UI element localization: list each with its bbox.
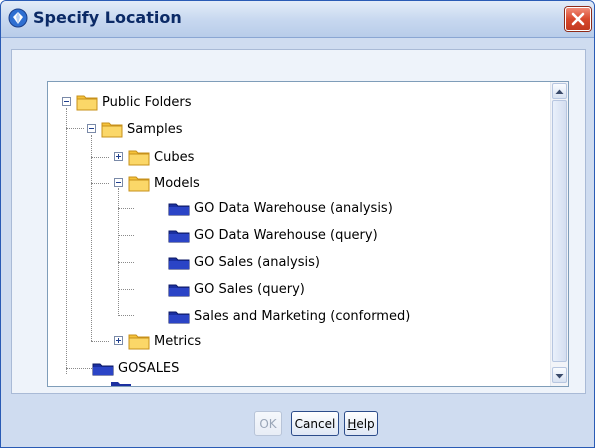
tree-connector bbox=[118, 235, 134, 236]
tree-item-public-folders[interactable]: Public Folders bbox=[62, 92, 192, 112]
collapse-toggle-icon[interactable] bbox=[114, 178, 123, 187]
package-icon bbox=[168, 230, 190, 243]
tree-connector bbox=[66, 368, 92, 369]
grip-icon bbox=[553, 101, 566, 361]
folder-icon bbox=[76, 95, 98, 111]
tree-item-package[interactable]: Sales and Marketing (conformed) bbox=[168, 306, 410, 326]
expand-toggle-icon[interactable] bbox=[114, 152, 123, 161]
tree-item-models[interactable]: Models bbox=[114, 173, 200, 193]
tree-connector bbox=[118, 289, 134, 290]
tree-connector bbox=[118, 315, 134, 316]
package-icon bbox=[92, 363, 114, 376]
tree-connector bbox=[91, 183, 109, 184]
tree-item-samples[interactable]: Samples bbox=[87, 119, 183, 139]
tree-item-label: GO Data Warehouse (query) bbox=[194, 227, 378, 243]
tree-item-package[interactable]: GO Data Warehouse (analysis) bbox=[168, 198, 393, 218]
tree-item-package[interactable]: GO Sales (query) bbox=[168, 279, 305, 299]
package-icon bbox=[111, 382, 131, 386]
folder-icon bbox=[128, 150, 150, 166]
expand-toggle-icon[interactable] bbox=[114, 336, 123, 345]
folder-icon bbox=[128, 176, 150, 192]
tree-item-label: Samples bbox=[127, 121, 183, 137]
scroll-down-button[interactable] bbox=[552, 367, 567, 383]
tree-item-label: Cubes bbox=[154, 149, 195, 165]
ok-button-label: OK bbox=[259, 416, 277, 431]
package-icon bbox=[168, 257, 190, 270]
collapse-toggle-icon[interactable] bbox=[62, 97, 71, 106]
tree-item-label: GO Sales (analysis) bbox=[194, 254, 320, 270]
cancel-button-label: Cancel bbox=[294, 416, 336, 431]
cancel-button[interactable]: Cancel bbox=[291, 411, 339, 436]
tree-connector bbox=[91, 157, 109, 158]
tree-connector bbox=[118, 262, 134, 263]
package-icon bbox=[168, 203, 190, 216]
tree-item-label: GO Sales (query) bbox=[194, 281, 305, 297]
tree-item-package[interactable]: GO Sales (analysis) bbox=[168, 252, 320, 272]
tree-connector bbox=[91, 135, 92, 341]
folder-icon bbox=[128, 334, 150, 350]
tree-item-metrics[interactable]: Metrics bbox=[114, 331, 201, 351]
vertical-scrollbar[interactable] bbox=[550, 82, 568, 386]
tree-item-label: GO Data Warehouse (analysis) bbox=[194, 200, 393, 216]
collapse-toggle-icon[interactable] bbox=[87, 124, 96, 133]
tree-item-label: Models bbox=[154, 175, 200, 191]
tree-item-package[interactable]: GO Data Warehouse (query) bbox=[168, 225, 378, 245]
tree-item-label: Public Folders bbox=[102, 94, 192, 110]
dialog-title: Specify Location bbox=[33, 8, 182, 27]
tree-item-gosales[interactable]: GOSALES bbox=[92, 358, 179, 378]
tree-item-label: Metrics bbox=[154, 333, 202, 349]
tree-item-label: Sales and Marketing (conformed) bbox=[194, 308, 411, 324]
help-button-label: Help bbox=[347, 416, 375, 431]
title-bar[interactable]: Specify Location bbox=[1, 1, 594, 38]
tree-connector bbox=[91, 341, 109, 342]
close-icon bbox=[571, 12, 585, 26]
tree-connector bbox=[66, 128, 84, 129]
ok-button[interactable]: OK bbox=[254, 411, 282, 436]
tree-connector bbox=[66, 108, 67, 374]
tree-connector bbox=[118, 208, 134, 209]
arrow-up-icon bbox=[555, 89, 564, 94]
package-icon bbox=[168, 311, 190, 324]
folder-icon bbox=[101, 122, 123, 138]
scroll-thumb[interactable] bbox=[552, 100, 567, 362]
package-icon bbox=[168, 284, 190, 297]
app-diamond-icon bbox=[8, 8, 28, 28]
help-button[interactable]: Help bbox=[344, 411, 378, 436]
folder-tree[interactable]: Public Folders Samples Cubes Models GO D… bbox=[47, 81, 569, 387]
arrow-down-icon bbox=[555, 374, 564, 379]
tree-item-label: GOSALES bbox=[118, 360, 180, 376]
scroll-up-button[interactable] bbox=[552, 83, 567, 99]
specify-location-dialog: Specify Location Public Folders Samples … bbox=[0, 0, 595, 448]
close-button[interactable] bbox=[565, 7, 591, 31]
tree-item-cubes[interactable]: Cubes bbox=[114, 147, 194, 167]
